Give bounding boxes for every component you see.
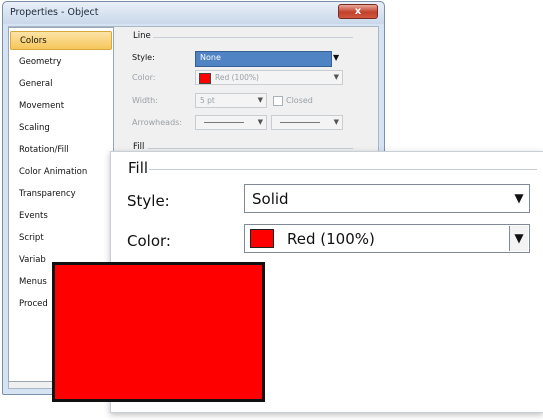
fill-preview-rectangle xyxy=(52,262,265,402)
sidebar-item-rotation-fill[interactable]: Rotation/Fill xyxy=(10,141,112,160)
line-color-value: Red (100%) xyxy=(215,73,259,82)
window-title: Properties - Object xyxy=(10,7,99,18)
sidebar-item-general[interactable]: General xyxy=(10,75,112,94)
title-bar: Properties - Object x xyxy=(3,2,384,24)
close-button[interactable]: x xyxy=(338,4,378,19)
line-color-label: Color: xyxy=(132,73,156,82)
chevron-down-icon: ▼ xyxy=(333,118,339,126)
sidebar-item-transparency[interactable]: Transparency xyxy=(10,185,112,204)
sidebar-item-color-animation[interactable]: Color Animation xyxy=(10,163,112,182)
sidebar-item-movement[interactable]: Movement xyxy=(10,97,112,116)
line-sample xyxy=(280,122,320,123)
arrowhead-start-select[interactable]: ▼ xyxy=(195,115,267,130)
line-style-select[interactable]: None xyxy=(195,51,332,67)
chevron-down-icon[interactable]: ▼ xyxy=(333,53,339,62)
line-style-value: None xyxy=(200,53,221,62)
arrowheads-label: Arrowheads: xyxy=(132,118,183,127)
line-width-value: 5 pt xyxy=(200,96,215,105)
closed-label: Closed xyxy=(286,96,313,105)
fill-style-label: Style: xyxy=(127,192,170,210)
fill-color-label: Color: xyxy=(127,232,171,250)
fill-style-value: Solid xyxy=(252,190,289,208)
chevron-down-icon[interactable]: ▼ xyxy=(510,186,528,211)
line-color-select[interactable]: Red (100%) ▼ xyxy=(195,70,343,85)
sidebar-item-geometry[interactable]: Geometry xyxy=(10,53,112,72)
fill-group-title: Fill xyxy=(128,159,149,177)
chevron-down-icon: ▼ xyxy=(333,73,339,81)
chevron-down-icon: ▼ xyxy=(257,96,263,104)
line-sample xyxy=(204,122,244,123)
line-width-label: Width: xyxy=(132,96,158,105)
sidebar-item-scaling[interactable]: Scaling xyxy=(10,119,112,138)
fill-style-select[interactable]: Solid ▼ xyxy=(244,184,530,213)
sidebar-item-events[interactable]: Events xyxy=(10,207,112,226)
line-width-input[interactable]: 5 pt ▼ xyxy=(195,93,267,108)
line-style-label: Style: xyxy=(132,53,155,62)
line-color-swatch xyxy=(199,73,211,84)
fill-color-swatch xyxy=(250,229,274,248)
closed-checkbox[interactable] xyxy=(273,96,283,106)
line-group-divider xyxy=(153,37,353,38)
sidebar-item-script[interactable]: Script xyxy=(10,229,112,248)
chevron-down-icon: ▼ xyxy=(257,118,263,126)
fill-group-divider-small xyxy=(148,148,353,149)
line-group-title: Line xyxy=(133,31,151,41)
chevron-down-icon[interactable]: ▼ xyxy=(509,226,528,251)
fill-color-value: Red (100%) xyxy=(287,230,375,248)
fill-group-divider xyxy=(149,169,537,170)
sidebar-item-colors[interactable]: Colors xyxy=(10,31,112,50)
arrowhead-end-select[interactable]: ▼ xyxy=(271,115,343,130)
fill-color-select[interactable]: Red (100%) ▼ xyxy=(244,224,530,253)
